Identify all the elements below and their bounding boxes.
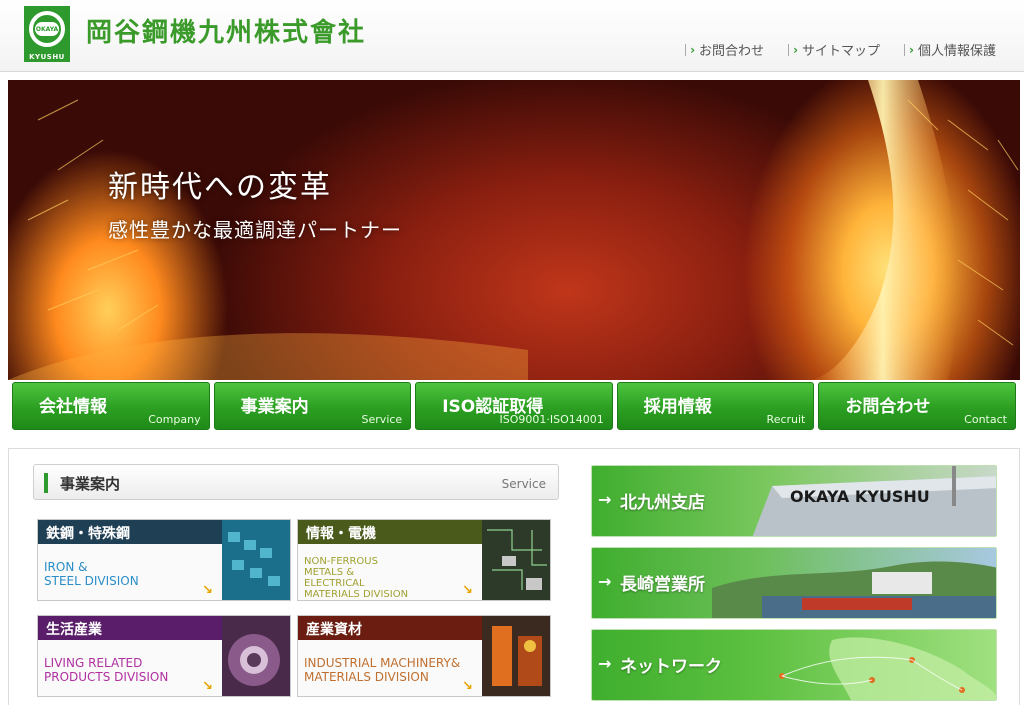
service-section-header: 事業案内 Service (33, 464, 559, 500)
division-title: 情報・電機 (298, 520, 482, 544)
arrow-icon: ↘ (202, 679, 213, 694)
nav-label: 会社情報 (39, 397, 107, 417)
hero-title: 新時代への変革 (108, 170, 332, 205)
machinery-image (482, 616, 550, 696)
branch-label: ネットワーク (620, 657, 722, 677)
nav-sublabel: Company (148, 413, 201, 426)
division-industrial[interactable]: 産業資材 INDUSTRIAL MACHINERY& MATERIALS DIV… (297, 615, 551, 697)
network-map-image (779, 637, 996, 700)
arrow-right-icon: → (598, 490, 612, 509)
util-link-label: 個人情報保護 (917, 44, 996, 59)
branch-kitakyushu[interactable]: OKAYA KYUSHU → 北九州支店 (591, 465, 997, 537)
nav-contact[interactable]: お問合わせ Contact (818, 382, 1016, 430)
pipe-product-image (222, 616, 290, 696)
hero-banner: 新時代への変革 感性豊かな最適調達パートナー (8, 80, 1020, 380)
separator (685, 43, 687, 56)
division-title: 鉄鋼・特殊鋼 (38, 520, 222, 544)
separator (904, 43, 906, 56)
arrow-right-icon: › (909, 42, 914, 57)
branch-label: 北九州支店 (620, 493, 705, 513)
nav-sublabel: Recruit (766, 413, 806, 426)
nav-label: 採用情報 (643, 397, 712, 417)
nav-recruit[interactable]: 採用情報 Recruit (616, 382, 815, 430)
circuit-board-image (482, 520, 550, 600)
arrow-right-icon: → (598, 572, 612, 591)
section-title: 事業案内 (60, 475, 121, 493)
section-bar (44, 473, 48, 493)
hero-subtitle: 感性豊かな最適調達パートナー (108, 218, 402, 242)
content-area: 事業案内 Service 鉄鋼・特殊鋼 IRON & STEEL DIVISIO… (8, 448, 1020, 705)
arrow-right-icon: › (690, 42, 696, 57)
division-body: IRON & STEEL DIVISION ↘ (38, 544, 222, 600)
company-logo[interactable]: OKAYA KYUSHU (24, 6, 70, 62)
harbor-image (712, 561, 996, 618)
arrow-icon: ↘ (202, 583, 213, 598)
main-nav: 会社情報 Company 事業案内 Service ISO認証取得 ISO900… (12, 382, 1016, 430)
nav-iso[interactable]: ISO認証取得 ISO9001·ISO14001 (415, 382, 613, 430)
division-en: INDUSTRIAL MACHINERY& MATERIALS DIVISION (304, 656, 461, 684)
company-name[interactable]: 岡谷鋼機九州株式會社 (86, 12, 366, 49)
division-en: IRON & STEEL DIVISION (44, 560, 139, 588)
nav-sublabel: ISO9001·ISO14001 (499, 413, 604, 426)
division-iron-steel[interactable]: 鉄鋼・特殊鋼 IRON & STEEL DIVISION ↘ (37, 519, 291, 601)
nav-service[interactable]: 事業案内 Service (213, 382, 412, 430)
division-title: 産業資材 (298, 616, 482, 640)
branch-nagasaki[interactable]: → 長崎営業所 (591, 547, 997, 619)
nav-sublabel: Contact (964, 413, 1007, 426)
nav-label: 事業案内 (240, 397, 309, 417)
division-electrical[interactable]: 情報・電機 NON-FERROUS METALS & ELECTRICAL MA… (297, 519, 551, 601)
division-en: NON-FERROUS METALS & ELECTRICAL MATERIAL… (304, 556, 409, 600)
util-link-contact[interactable]: › お問合わせ (685, 40, 764, 59)
division-en: LIVING RELATED PRODUCTS DIVISION (44, 656, 169, 684)
steel-coils-image (222, 520, 290, 600)
nav-company[interactable]: 会社情報 Company (12, 382, 210, 430)
division-title: 生活産業 (38, 616, 222, 640)
section-title-en: Service (501, 477, 546, 491)
util-link-label: お問合わせ (699, 44, 765, 59)
utility-nav: › お問合わせ › サイトマップ › 個人情報保護 (685, 40, 996, 59)
logo-mark: OKAYA (24, 6, 70, 52)
util-link-label: サイトマップ (802, 44, 881, 59)
logo-mark-text: OKAYA (35, 22, 59, 36)
svg-text:OKAYA KYUSHU: OKAYA KYUSHU (790, 487, 930, 506)
division-body: LIVING RELATED PRODUCTS DIVISION ↘ (38, 640, 222, 696)
division-body: NON-FERROUS METALS & ELECTRICAL MATERIAL… (298, 544, 482, 600)
nav-sublabel: Service (361, 413, 403, 426)
site-header: OKAYA KYUSHU 岡谷鋼機九州株式會社 › お問合わせ › サイトマップ… (0, 0, 1024, 72)
branch-network[interactable]: → ネットワーク (591, 629, 997, 701)
arrow-icon: ↘ (462, 583, 473, 598)
branch-label: 長崎営業所 (620, 575, 705, 595)
util-link-privacy[interactable]: › 個人情報保護 (904, 40, 996, 59)
separator (788, 43, 790, 56)
arrow-icon: ↘ (462, 679, 473, 694)
nav-label: お問合わせ (845, 397, 931, 417)
logo-ring-icon: OKAYA (29, 11, 65, 47)
branch-building-image: OKAYA KYUSHU (752, 466, 996, 536)
division-body: INDUSTRIAL MACHINERY& MATERIALS DIVISION… (298, 640, 482, 696)
arrow-right-icon: → (598, 654, 612, 673)
logo-text: KYUSHU (24, 52, 70, 62)
division-living[interactable]: 生活産業 LIVING RELATED PRODUCTS DIVISION ↘ (37, 615, 291, 697)
arrow-right-icon: › (793, 42, 799, 57)
util-link-sitemap[interactable]: › サイトマップ (788, 40, 880, 59)
